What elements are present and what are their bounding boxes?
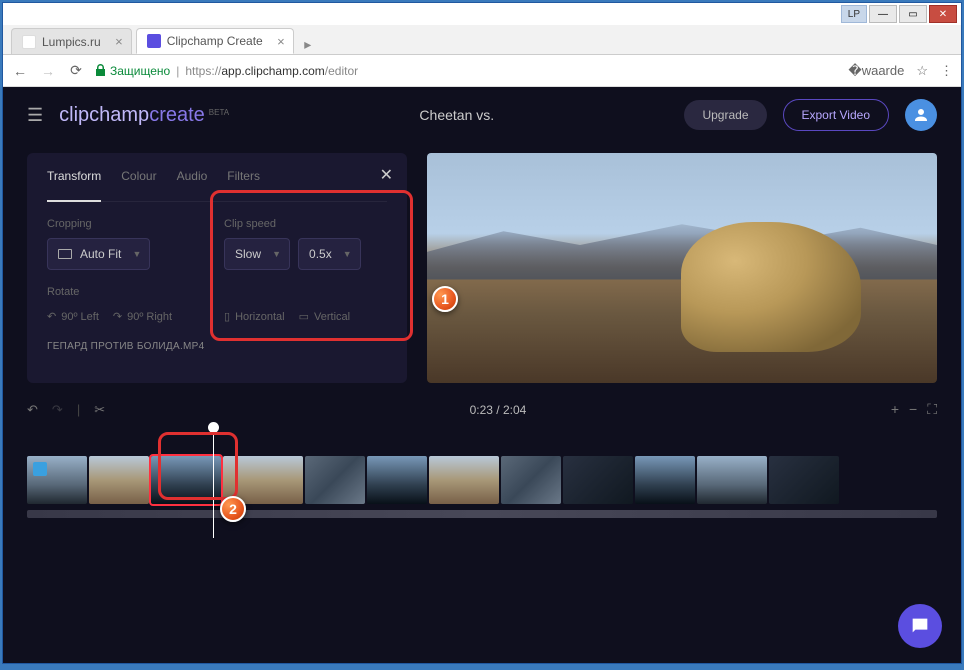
tab-transform[interactable]: Transform [47,169,101,202]
clip-speed-label: Clip speed [224,218,387,230]
speed-multiplier-dropdown[interactable]: 0.5x ▼ [298,238,361,270]
speed-mode-dropdown[interactable]: Slow ▼ [224,238,290,270]
window-close-button[interactable]: ✕ [929,5,957,23]
translate-icon[interactable]: �waarde [848,63,904,79]
nav-reload-button[interactable]: ⟳ [67,62,85,79]
tab-title: Lumpics.ru [42,35,101,49]
browser-tab-clipchamp[interactable]: Clipchamp Create × [136,28,294,54]
audio-track[interactable] [27,510,937,518]
chevron-down-icon: ▼ [272,249,281,259]
zoom-fit-button[interactable]: ⛶ [927,401,937,418]
tab-close-icon[interactable]: × [277,34,285,49]
transition-icon [33,462,47,476]
flip-vertical-button[interactable]: ▭ Vertical [299,310,350,323]
person-icon [912,106,930,124]
url-field[interactable]: Защищено | https://app.clipchamp.com/edi… [95,64,838,78]
zoom-out-button[interactable]: − [909,401,917,418]
timeline-clip[interactable] [769,456,839,504]
video-preview[interactable] [427,153,937,383]
timeline-clip[interactable] [501,456,561,504]
chat-icon [909,615,931,637]
fit-icon [58,249,72,259]
timeline-clip[interactable] [367,456,427,504]
tab-colour[interactable]: Colour [121,169,156,191]
timeline-toolbar: ↶ ↷ | ✂ 0:23 / 2:04 + − ⛶ [3,393,961,426]
undo-button[interactable]: ↶ [27,402,38,418]
timeline-clip[interactable] [563,456,633,504]
window-titlebar: LP — ▭ ✕ [3,3,961,25]
project-title[interactable]: Cheetan vs. [245,107,668,123]
secure-indicator: Защищено [95,64,170,78]
tab-audio[interactable]: Audio [177,169,208,191]
rotate-label: Rotate [47,286,210,298]
user-avatar[interactable] [905,99,937,131]
browser-tab-lumpics[interactable]: Lumpics.ru × [11,28,132,54]
chevron-down-icon: ▼ [343,249,352,259]
window-user-badge: LP [841,5,867,23]
split-button[interactable]: ✂ [94,402,105,418]
tab-filters[interactable]: Filters [227,169,260,191]
timeline[interactable] [3,426,961,548]
app-root: ☰ clipchampcreate BETA Cheetan vs. Upgra… [3,87,961,663]
export-video-button[interactable]: Export Video [783,99,890,131]
annotation-marker-1: 1 [432,286,458,312]
timeline-clip[interactable] [429,456,499,504]
timeline-clip[interactable] [27,456,87,504]
bookmark-icon[interactable]: ☆ [916,63,928,79]
hamburger-menu-icon[interactable]: ☰ [27,105,43,126]
browser-menu-icon[interactable]: ⋮ [940,63,953,79]
browser-address-bar: ← → ⟳ Защищено | https://app.clipchamp.c… [3,55,961,87]
timeline-clip[interactable] [305,456,365,504]
window-maximize-button[interactable]: ▭ [899,5,927,23]
panel-tabs: Transform Colour Audio Filters [47,169,387,202]
timeline-clip[interactable] [635,456,695,504]
timeline-clip-selected[interactable] [151,456,221,504]
chevron-down-icon: ▼ [132,249,141,259]
upgrade-button[interactable]: Upgrade [684,100,766,130]
zoom-in-button[interactable]: + [891,401,899,418]
nav-forward-button[interactable]: → [39,63,57,79]
properties-panel: ✕ Transform Colour Audio Filters Croppin… [27,153,407,383]
app-logo: clipchampcreate BETA [59,104,229,127]
clip-filename: ГЕПАРД ПРОТИВ БОЛИДА.MP4 [47,341,387,352]
window-minimize-button[interactable]: — [869,5,897,23]
annotation-marker-2: 2 [220,496,246,522]
tab-title: Clipchamp Create [167,34,263,48]
rotate-left-button[interactable]: ↶ 90º Left [47,310,99,323]
browser-tabstrip: Lumpics.ru × Clipchamp Create × ▸ [3,25,961,55]
favicon-icon [22,35,36,49]
tab-close-icon[interactable]: × [115,34,123,49]
redo-button[interactable]: ↷ [52,402,63,418]
timeline-clip[interactable] [697,456,767,504]
cropping-label: Cropping [47,218,210,230]
flip-horizontal-button[interactable]: ▯ Horizontal [224,310,285,323]
timeline-clip[interactable] [89,456,149,504]
new-tab-button[interactable]: ▸ [298,34,318,54]
timecode-display: 0:23 / 2:04 [470,403,527,417]
video-track[interactable] [27,456,937,504]
rotate-right-button[interactable]: ↷ 90º Right [113,310,172,323]
app-header: ☰ clipchampcreate BETA Cheetan vs. Upgra… [3,87,961,143]
playhead[interactable] [213,426,214,538]
panel-close-button[interactable]: ✕ [380,165,393,185]
favicon-icon [147,34,161,48]
cropping-dropdown[interactable]: Auto Fit ▼ [47,238,150,270]
nav-back-button[interactable]: ← [11,63,29,79]
lock-icon [95,64,106,77]
support-chat-button[interactable] [898,604,942,648]
